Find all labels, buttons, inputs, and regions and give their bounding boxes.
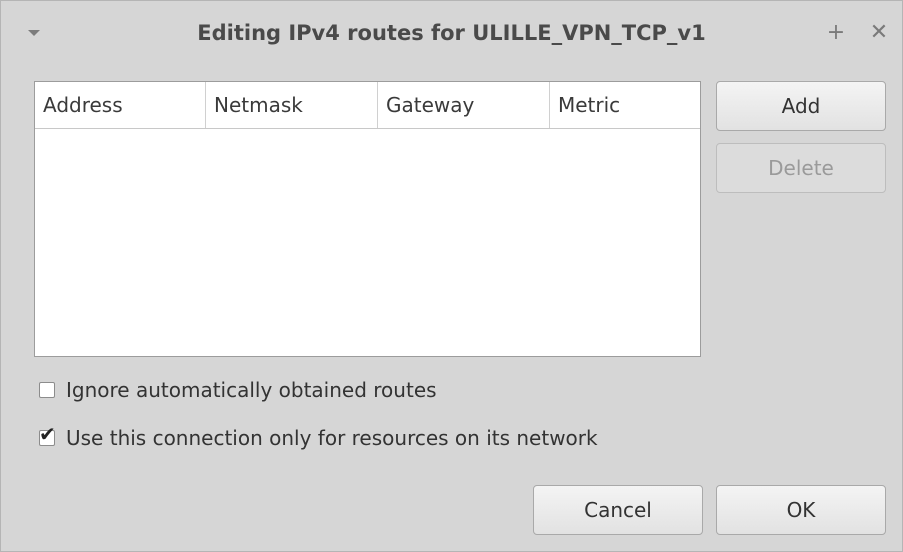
delete-button: Delete [716, 143, 886, 193]
window-title: Editing IPv4 routes for ULILLE_VPN_TCP_v… [197, 21, 706, 45]
column-header-gateway[interactable]: Gateway [378, 82, 550, 128]
title-bar: Editing IPv4 routes for ULILLE_VPN_TCP_v… [1, 1, 902, 71]
plus-icon[interactable]: + [824, 19, 848, 47]
cancel-button[interactable]: Cancel [533, 485, 703, 535]
routes-table[interactable]: Address Netmask Gateway Metric [34, 81, 701, 357]
column-header-metric[interactable]: Metric [550, 82, 700, 128]
use-only-for-network-label[interactable]: Use this connection only for resources o… [66, 426, 598, 450]
ignore-auto-routes-checkbox[interactable] [39, 382, 55, 398]
column-header-address[interactable]: Address [35, 82, 206, 128]
close-icon[interactable]: ✕ [867, 19, 891, 47]
checkmark-icon: ✔ [39, 422, 56, 446]
table-header: Address Netmask Gateway Metric [35, 82, 700, 129]
use-only-for-network-checkbox[interactable]: ✔ [39, 424, 56, 446]
ok-button[interactable]: OK [716, 485, 886, 535]
add-button[interactable]: Add [716, 81, 886, 131]
routes-dialog: Editing IPv4 routes for ULILLE_VPN_TCP_v… [0, 0, 903, 552]
use-only-for-network-option[interactable]: ✔ Use this connection only for resources… [39, 423, 598, 453]
ignore-auto-routes-option[interactable]: Ignore automatically obtained routes [39, 375, 437, 405]
ignore-auto-routes-label[interactable]: Ignore automatically obtained routes [66, 378, 437, 402]
column-header-netmask[interactable]: Netmask [206, 82, 378, 128]
